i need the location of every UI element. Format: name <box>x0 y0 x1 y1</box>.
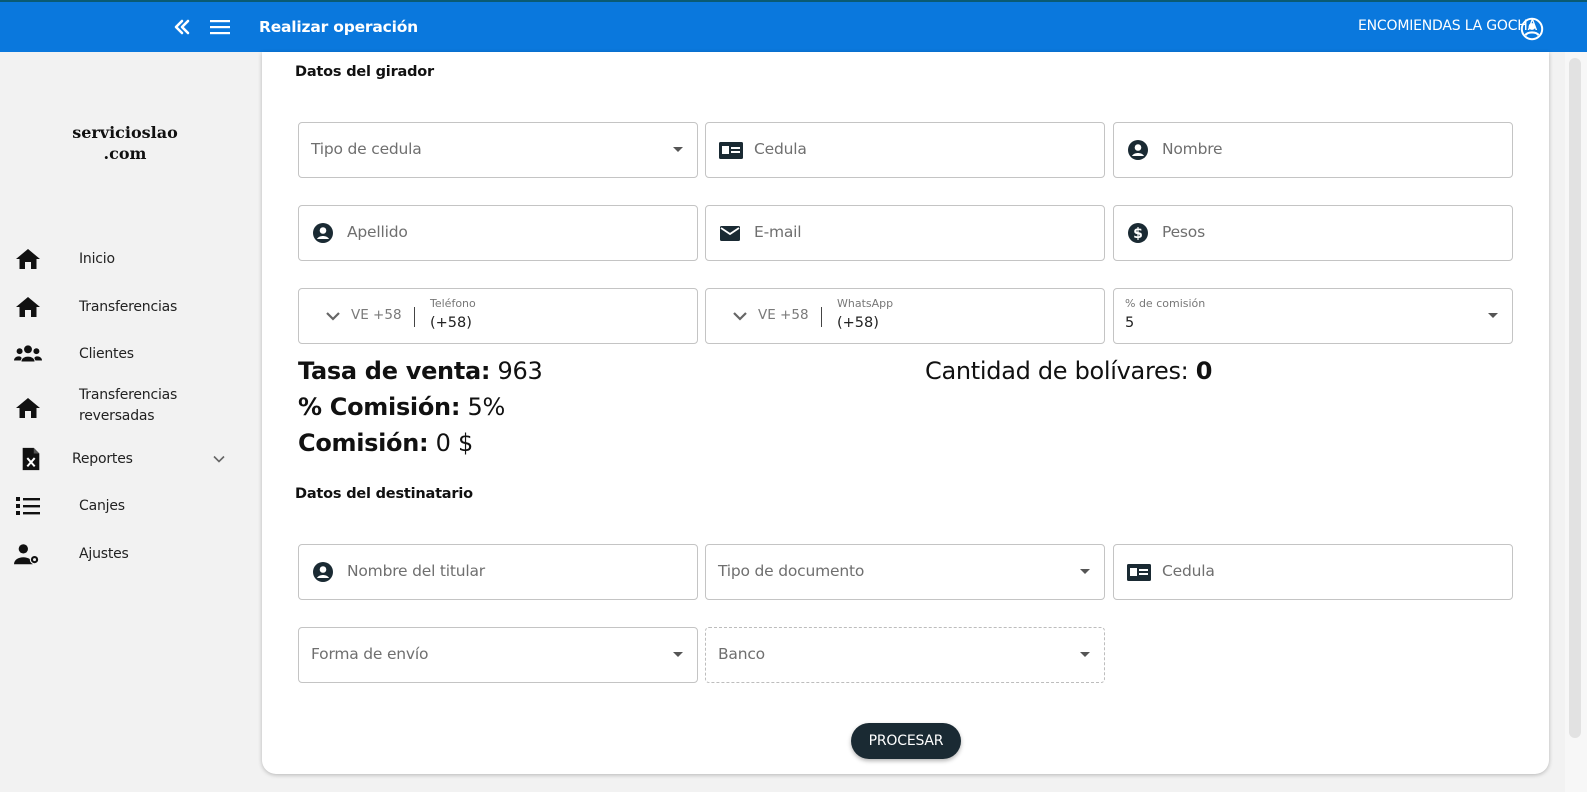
divider <box>821 307 822 327</box>
tasa-label: Tasa de venta: <box>298 357 491 385</box>
bolivares-label: Cantidad de bolívares: <box>925 357 1189 385</box>
tipo-cedula-placeholder: Tipo de cedula <box>311 140 422 158</box>
page-title: Realizar operación <box>259 18 418 36</box>
bolivares-value: 0 <box>1195 357 1213 385</box>
comision-total-label: Comisión: <box>298 429 429 457</box>
nombre-placeholder: Nombre <box>1162 140 1223 158</box>
user-name[interactable]: ENCOMIENDAS LA GOCHA <box>1358 18 1537 34</box>
tipo-documento-placeholder: Tipo de documento <box>718 562 865 580</box>
sidebar-item-reportes[interactable]: Reportes <box>0 439 247 479</box>
sidebar-item-label: Transferencias <box>79 299 178 315</box>
chevron-down-icon[interactable] <box>732 309 748 323</box>
sidebar-item-inicio[interactable]: Inicio <box>0 239 247 279</box>
whatsapp-label: WhatsApp <box>837 297 894 310</box>
user-settings-icon <box>14 544 40 565</box>
users-icon <box>14 345 42 362</box>
account-circle-icon <box>313 562 333 582</box>
pct-label: % Comisión: <box>298 393 461 421</box>
chevron-down-icon[interactable] <box>325 309 341 323</box>
double-chevron-left-icon[interactable] <box>172 17 192 37</box>
brand-logo[interactable]: servicioslao .com <box>40 122 210 164</box>
country-code[interactable]: VE +58 <box>351 307 402 323</box>
dropdown-arrow-icon <box>673 147 683 152</box>
chevron-down-icon[interactable] <box>212 452 226 466</box>
tasa-venta: Tasa de venta: 963 <box>298 357 543 385</box>
nombre-titular-field[interactable]: Nombre del titular <box>298 544 698 600</box>
svg-text:$: $ <box>1133 226 1143 242</box>
hamburger-menu-icon[interactable] <box>209 17 231 37</box>
banco-select[interactable]: Banco <box>705 627 1105 683</box>
whatsapp-value[interactable]: (+58) <box>837 315 879 331</box>
nombre-field[interactable]: Nombre <box>1113 122 1513 178</box>
cantidad-bolivares: Cantidad de bolívares: 0 <box>925 357 1213 385</box>
apellido-placeholder: Apellido <box>347 223 408 241</box>
porcentaje-comision: % Comisión: 5% <box>298 393 505 421</box>
sidebar-item-canjes[interactable]: Canjes <box>0 486 247 526</box>
id-card-icon <box>719 142 743 159</box>
account-circle-icon <box>313 223 333 243</box>
email-field[interactable]: E-mail <box>705 205 1105 261</box>
nombre-titular-placeholder: Nombre del titular <box>347 562 485 580</box>
comision-total: Comisión: 0 $ <box>298 429 473 457</box>
forma-envio-select[interactable]: Forma de envío <box>298 627 698 683</box>
dropdown-arrow-icon <box>1080 569 1090 574</box>
sidebar-item-label: Inicio <box>79 251 115 267</box>
home-icon <box>16 398 40 418</box>
telefono-label: Teléfono <box>430 297 476 310</box>
dropdown-arrow-icon <box>1488 313 1498 318</box>
apellido-field[interactable]: Apellido <box>298 205 698 261</box>
sidebar-item-label: Ajustes <box>79 546 129 562</box>
comision-label: % de comisión <box>1125 297 1206 310</box>
pesos-placeholder: Pesos <box>1162 223 1205 241</box>
excel-file-icon <box>22 447 40 471</box>
home-icon <box>16 249 40 269</box>
pct-value: 5% <box>467 393 505 421</box>
sidebar-item-label: Clientes <box>79 346 134 362</box>
pesos-field[interactable]: $ Pesos <box>1113 205 1513 261</box>
sidebar-item-label: Canjes <box>79 498 125 514</box>
mail-icon <box>720 226 740 241</box>
id-card-icon <box>1127 564 1151 581</box>
telefono-field[interactable]: VE +58 Teléfono (+58) <box>298 288 698 344</box>
email-placeholder: E-mail <box>754 223 802 241</box>
tipo-cedula-select[interactable]: Tipo de cedula <box>298 122 698 178</box>
comision-value: 5 <box>1125 315 1135 331</box>
sidebar-item-ajustes[interactable]: Ajustes <box>0 534 247 574</box>
account-circle-icon[interactable] <box>1520 17 1544 41</box>
comision-select[interactable]: % de comisión 5 <box>1113 288 1513 344</box>
banco-placeholder: Banco <box>718 645 765 663</box>
divider <box>414 307 415 327</box>
sidebar-item-clientes[interactable]: Clientes <box>0 334 247 374</box>
section-title-destinatario: Datos del destinatario <box>295 486 473 502</box>
procesar-button[interactable]: PROCESAR <box>851 723 961 759</box>
comision-total-value: 0 $ <box>435 429 474 457</box>
cedula-destinatario-placeholder: Cedula <box>1162 562 1215 580</box>
section-title-girador: Datos del girador <box>295 64 435 80</box>
tipo-documento-select[interactable]: Tipo de documento <box>705 544 1105 600</box>
top-bar: Realizar operación ENCOMIENDAS LA GOCHA <box>0 0 1587 52</box>
dropdown-arrow-icon <box>1080 652 1090 657</box>
forma-envio-placeholder: Forma de envío <box>311 645 429 663</box>
dropdown-arrow-icon <box>673 652 683 657</box>
sidebar-item-label: Transferencias <box>79 387 178 403</box>
tasa-value: 963 <box>497 357 543 385</box>
list-icon <box>16 497 40 515</box>
logo-line-1: servicioslao <box>72 123 178 142</box>
sidebar-item-label: Reportes <box>72 451 133 467</box>
home-icon <box>16 297 40 317</box>
sidebar-item-transferencias[interactable]: Transferencias <box>0 287 247 327</box>
dollar-circle-icon: $ <box>1128 223 1148 243</box>
cedula-field[interactable]: Cedula <box>705 122 1105 178</box>
logo-line-2: .com <box>103 144 147 163</box>
account-circle-icon <box>1128 140 1148 160</box>
cedula-placeholder: Cedula <box>754 140 807 158</box>
scrollbar-thumb[interactable] <box>1569 58 1581 738</box>
country-code[interactable]: VE +58 <box>758 307 809 323</box>
cedula-destinatario-field[interactable]: Cedula <box>1113 544 1513 600</box>
whatsapp-field[interactable]: VE +58 WhatsApp (+58) <box>705 288 1105 344</box>
sidebar: servicioslao .com Inicio Transferencias … <box>0 52 247 792</box>
sidebar-item-transferencias-reversadas[interactable]: Transferencias reversadas <box>0 385 247 429</box>
sidebar-item-label: reversadas <box>79 408 155 424</box>
telefono-value[interactable]: (+58) <box>430 315 472 331</box>
